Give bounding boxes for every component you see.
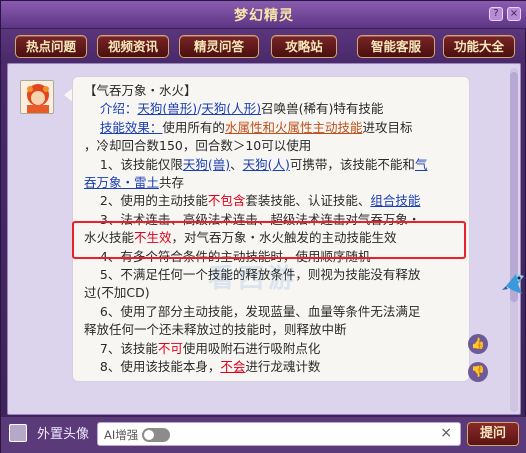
intro-label: 介绍： bbox=[99, 101, 138, 117]
note-2-a: 2、使用的主动技能 bbox=[99, 193, 208, 209]
link-thunder-earth-b[interactable]: 吞万象・雷土 bbox=[84, 175, 159, 190]
note-1-cont: 吞万象・雷土共存 bbox=[84, 174, 464, 192]
effect-text-a: 使用所有的 bbox=[162, 119, 225, 135]
note-7-b: 使用吸附石进行吸附点化 bbox=[182, 340, 321, 356]
nav-video-news[interactable]: 视频资讯 bbox=[97, 35, 169, 58]
note-6-cont: 释放任何一个还未释放过的技能时，则释放中断 bbox=[84, 322, 347, 338]
external-avatar-checkbox[interactable] bbox=[9, 424, 27, 442]
like-button[interactable]: 👍 bbox=[468, 334, 488, 354]
note-5-a: 5、不满足任何一个技能的释放条件，则视为技能没有释放 bbox=[99, 267, 421, 283]
nav-all-functions[interactable]: 功能大全 bbox=[443, 35, 515, 58]
question-input[interactable]: AI增强 × bbox=[97, 422, 461, 446]
ask-button[interactable]: 提问 bbox=[467, 422, 519, 446]
scrollbar[interactable] bbox=[510, 68, 518, 412]
nav-guide-station[interactable]: 攻略站 bbox=[271, 35, 337, 58]
note-7: 7、该技能不可使用吸附石进行吸附点化 bbox=[84, 340, 464, 358]
nav-spirit-qa[interactable]: 精灵问答 bbox=[179, 35, 259, 58]
note-5: 5、不满足任何一个技能的释放条件，则视为技能没有释放 bbox=[84, 266, 464, 284]
nav-bar: 热点问题 视频资讯 精灵问答 攻略站 智能客服 功能大全 bbox=[1, 31, 526, 63]
note-7-a: 7、该技能 bbox=[99, 340, 158, 356]
link-combo-skills[interactable]: 组合技能 bbox=[370, 193, 420, 208]
app-window: 梦幻精灵 ? × 热点问题 视频资讯 精灵问答 攻略站 智能客服 功能大全 看西… bbox=[0, 0, 526, 453]
note-1-tail: 共存 bbox=[159, 175, 185, 191]
link-tiangou-beast-short[interactable]: 天狗(兽) bbox=[183, 157, 230, 172]
scrollbar-thumb[interactable] bbox=[510, 72, 518, 302]
answer-effect: 技能效果：使用所有的水属性和火属性主动技能进攻目标 bbox=[84, 119, 464, 137]
nav-smart-support[interactable]: 智能客服 bbox=[357, 35, 435, 58]
avatar bbox=[20, 80, 54, 114]
answer-heading: 【气吞万象・水火】 bbox=[84, 83, 197, 98]
answer-line-3: ，冷却回合数150，回合数＞10可以使用 bbox=[84, 138, 312, 154]
note-2: 2、使用的主动技能不包含套装技能、认证技能、组合技能 bbox=[84, 192, 464, 210]
dislike-button[interactable]: 👎 bbox=[468, 362, 488, 382]
highlight-box bbox=[72, 221, 466, 259]
note-5-cont: 过(不加CD) bbox=[84, 285, 150, 301]
note-8-highlight: 不会 bbox=[220, 359, 246, 375]
note-7-highlight: 不可 bbox=[157, 340, 183, 356]
link-water-fire-skills[interactable]: 水属性和火属性主动技能 bbox=[225, 120, 363, 135]
window-title: 梦幻精灵 bbox=[234, 8, 294, 24]
help-button[interactable]: ? bbox=[489, 7, 503, 21]
ai-enhance-label: AI增强 bbox=[104, 428, 139, 442]
note-1-b: 可携带，该技能不能和 bbox=[289, 156, 415, 172]
external-avatar-label: 外置头像 bbox=[37, 427, 90, 442]
link-thunder-earth-a[interactable]: 气 bbox=[415, 157, 428, 172]
note-6-a: 6、使用了部分主动技能，发现蓝量、血量等条件无法满足 bbox=[99, 303, 421, 319]
link-tiangou-human[interactable]: 天狗(人形) bbox=[201, 101, 261, 116]
link-tiangou-human-short[interactable]: 天狗(人) bbox=[243, 157, 290, 172]
input-bar: 外置头像 AI增强 × 提问 bbox=[1, 417, 526, 453]
toggle-knob bbox=[144, 430, 154, 440]
title-bar: 梦幻精灵 ? × bbox=[1, 1, 526, 29]
note-1-a: 1、该技能仅限 bbox=[99, 156, 183, 172]
spirit-avatar-icon bbox=[21, 81, 53, 113]
clear-icon[interactable]: × bbox=[440, 425, 452, 441]
chat-area: 看西游 【气吞万象・水火】 介绍：天狗(兽形)/天狗(人形)召唤兽(稀有)特有技… bbox=[7, 63, 524, 415]
bird-mascot-icon[interactable] bbox=[502, 270, 526, 298]
note-2-b: 套装技能、认证技能、 bbox=[245, 193, 371, 209]
effect-text-b: 进攻目标 bbox=[362, 119, 413, 135]
note-8-b: 进行龙魂计数 bbox=[245, 359, 321, 375]
link-tiangou-beast[interactable]: 天狗(兽形) bbox=[137, 101, 197, 116]
note-8: 8、使用该技能本身，不会进行龙魂计数 bbox=[84, 358, 464, 376]
note-8-a: 8、使用该技能本身， bbox=[99, 359, 221, 375]
note-1-separator: 、 bbox=[230, 156, 243, 172]
note-6: 6、使用了部分主动技能，发现蓝量、血量等条件无法满足 bbox=[84, 303, 464, 321]
ai-enhance-toggle[interactable] bbox=[142, 428, 170, 442]
answer-intro: 介绍：天狗(兽形)/天狗(人形)召唤兽(稀有)特有技能 bbox=[84, 100, 464, 118]
note-2-highlight: 不包含 bbox=[207, 193, 246, 209]
intro-tail: 召唤兽(稀有)特有技能 bbox=[261, 101, 384, 117]
note-1: 1、该技能仅限天狗(兽)、天狗(人)可携带，该技能不能和气 bbox=[84, 156, 464, 174]
effect-label: 技能效果： bbox=[99, 119, 163, 135]
nav-hot-questions[interactable]: 热点问题 bbox=[15, 35, 87, 58]
close-button[interactable]: × bbox=[507, 7, 521, 21]
